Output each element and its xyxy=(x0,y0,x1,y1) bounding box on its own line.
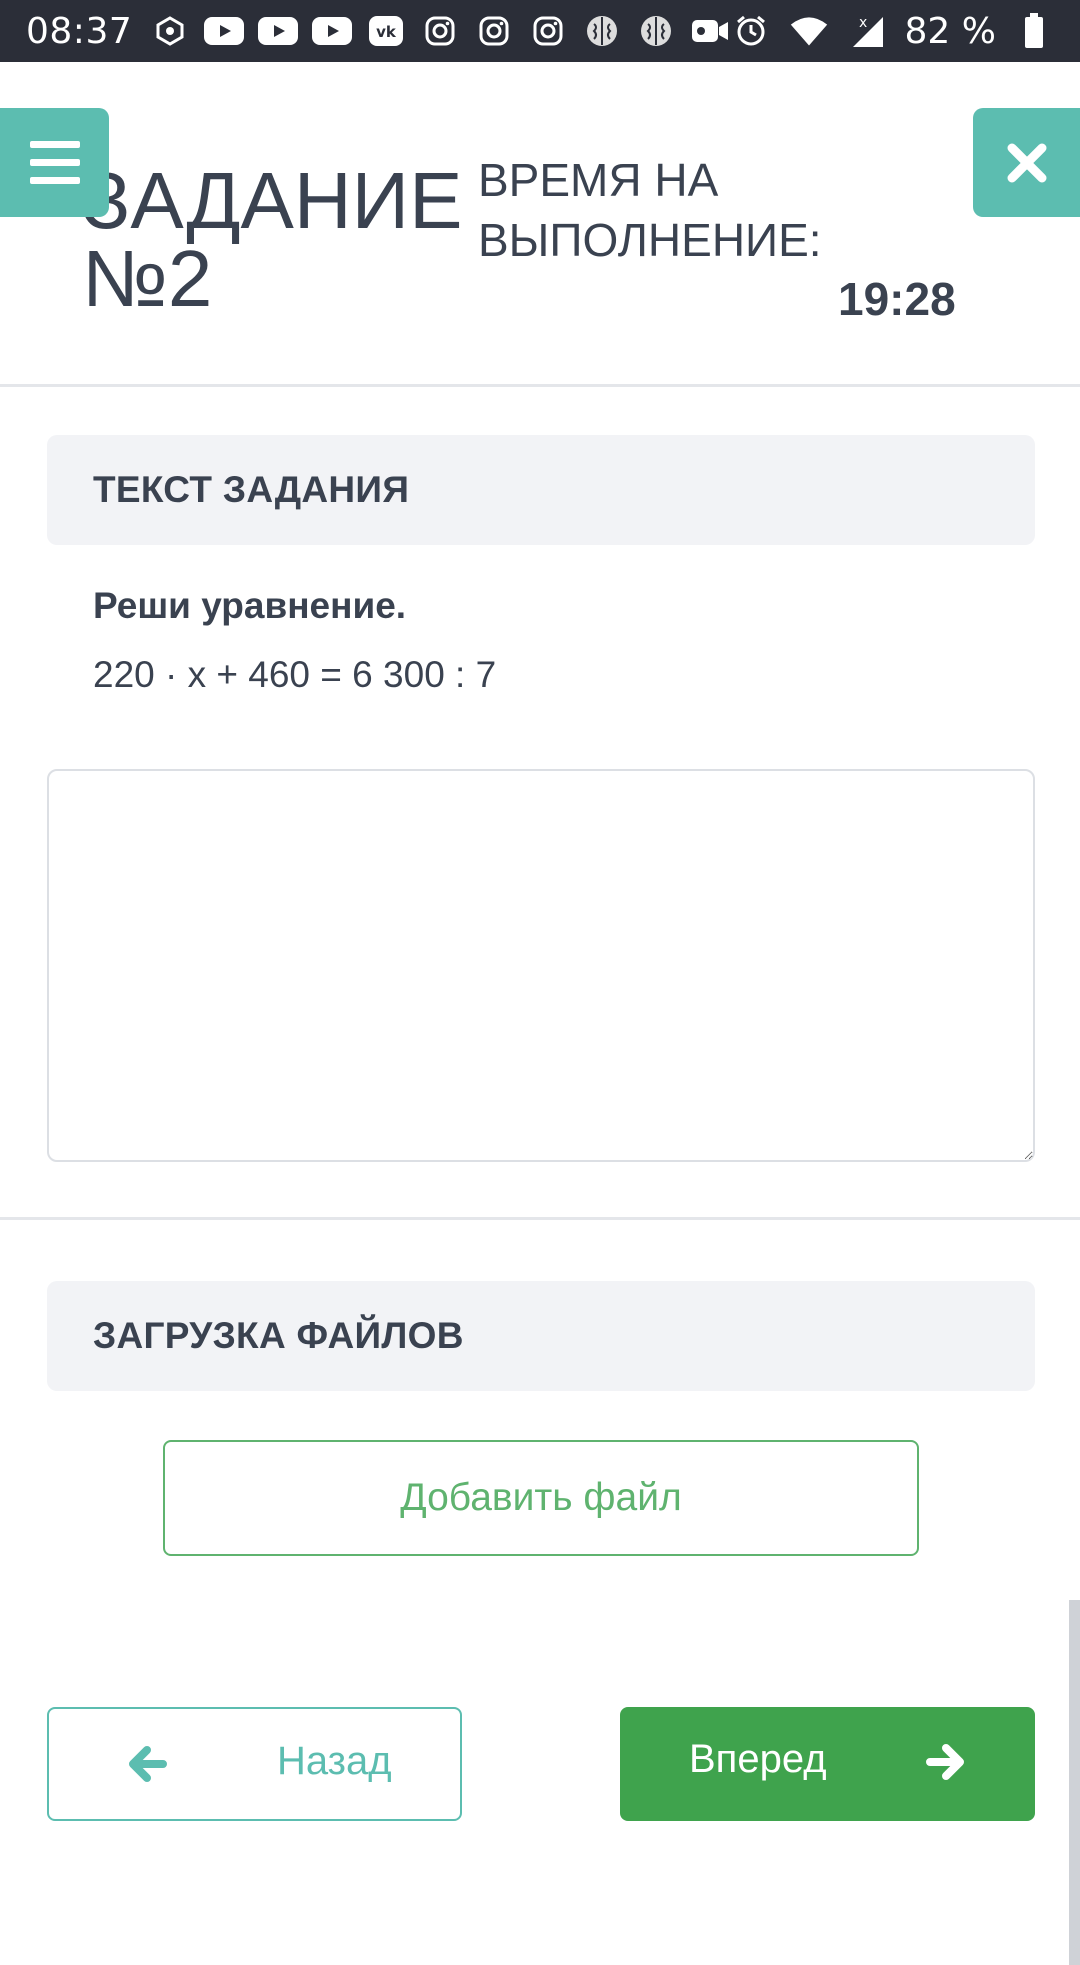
brain-icon xyxy=(582,14,622,48)
svg-text:x: x xyxy=(859,15,867,31)
page-title: ЗАДАНИЕ №2 xyxy=(82,156,463,323)
hexagon-icon xyxy=(150,14,190,48)
timer-value: 19:28 xyxy=(838,273,956,325)
task-text-header: ТЕКСТ ЗАДАНИЯ xyxy=(47,435,1035,545)
youtube-icon xyxy=(204,14,245,48)
youtube-icon xyxy=(258,14,299,48)
alarm-icon xyxy=(731,14,771,48)
arrow-right-icon xyxy=(926,1744,964,1780)
status-time: 08:37 xyxy=(26,10,133,52)
add-file-button[interactable]: Добавить файл xyxy=(163,1440,919,1556)
divider xyxy=(0,1217,1080,1220)
instagram-icon xyxy=(420,14,460,48)
svg-text:vk: vk xyxy=(376,23,397,41)
task-prompt: Реши уравнение. xyxy=(93,585,407,626)
battery-icon xyxy=(1014,13,1054,48)
task-equation: 220 · x + 460 = 6 300 : 7 xyxy=(93,654,497,695)
answer-textarea[interactable] xyxy=(47,769,1035,1162)
time-label-line2: ВЫПОЛНЕНИЕ: xyxy=(478,214,822,266)
back-label: Назад xyxy=(277,1739,392,1783)
task-header: ЗАДАНИЕ №2 ВРЕМЯ НА ВЫПОЛНЕНИЕ: 19:28 xyxy=(0,62,1080,386)
back-button[interactable]: Назад xyxy=(47,1707,462,1821)
system-icons: x 82 % xyxy=(731,11,1054,52)
status-bar: 08:37 vk x 82 % xyxy=(0,0,1080,62)
video-camera-icon xyxy=(690,14,730,48)
youtube-icon xyxy=(312,14,353,48)
time-label-line1: ВРЕМЯ НА xyxy=(478,154,719,206)
menu-button[interactable] xyxy=(0,108,109,217)
vk-icon: vk xyxy=(366,14,406,48)
wifi-icon xyxy=(789,14,829,48)
signal-icon: x xyxy=(847,14,887,48)
add-file-label: Добавить файл xyxy=(400,1476,682,1519)
next-label: Вперед xyxy=(689,1737,827,1781)
scrollbar[interactable] xyxy=(1069,1600,1080,1965)
task-title-line1: ЗАДАНИЕ xyxy=(82,156,463,245)
battery-percentage: 82 % xyxy=(904,10,996,52)
hamburger-icon xyxy=(29,141,80,148)
instagram-icon xyxy=(528,14,568,48)
divider xyxy=(0,384,1080,387)
instagram-icon xyxy=(474,14,514,48)
close-button[interactable] xyxy=(973,108,1080,217)
close-icon xyxy=(1007,143,1046,182)
next-button[interactable]: Вперед xyxy=(620,1707,1035,1821)
file-upload-header: ЗАГРУЗКА ФАЙЛОВ xyxy=(47,1281,1035,1391)
time-label: ВРЕМЯ НА ВЫПОЛНЕНИЕ: xyxy=(478,150,878,270)
brain-icon xyxy=(636,14,676,48)
task-title-line2: №2 xyxy=(82,234,213,323)
arrow-left-icon xyxy=(129,1746,167,1782)
notification-icons: vk xyxy=(150,14,730,48)
